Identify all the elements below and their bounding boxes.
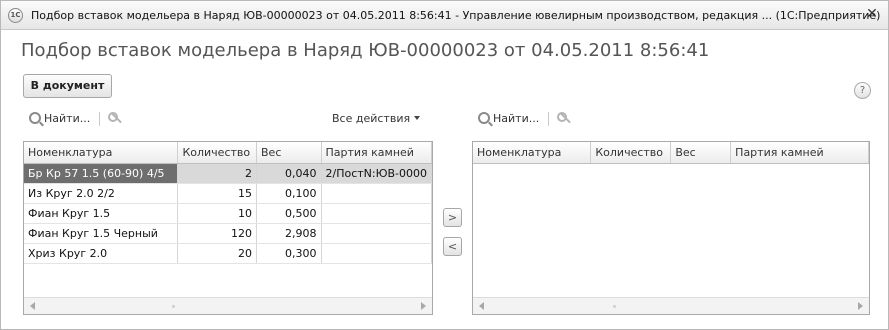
move-right-button[interactable]: > <box>443 208 462 227</box>
left-horizontal-scrollbar[interactable] <box>24 297 432 314</box>
scroll-right-icon[interactable] <box>421 302 426 310</box>
right-table-body: Номенклатура Количество Вес Партия камне… <box>473 142 869 164</box>
all-actions-label: Все действия <box>332 112 411 125</box>
right-horizontal-scrollbar[interactable] <box>473 297 869 314</box>
table-row[interactable]: Фиан Круг 1.5 10 0,500 <box>24 203 432 224</box>
cell-stone-batch: 2/ПостN:ЮВ-0000 <box>321 163 432 184</box>
search-icon <box>478 112 490 124</box>
all-actions-menu[interactable]: Все действия <box>332 109 421 129</box>
cell-nomenclature: Хриз Круг 2.0 <box>24 243 179 264</box>
title-bar: 1С Подбор вставок модельера в Наряд ЮВ-0… <box>1 1 888 30</box>
scroll-right-icon[interactable] <box>858 302 863 310</box>
move-left-button[interactable]: < <box>443 237 462 256</box>
cancel-search-icon[interactable] <box>556 111 572 127</box>
scroll-left-icon[interactable] <box>479 302 484 310</box>
table-header-row: Номенклатура Количество Вес Партия камне… <box>24 142 432 164</box>
table-header-row: Номенклатура Количество Вес Партия камне… <box>473 142 869 164</box>
cancel-search-icon[interactable] <box>107 111 123 127</box>
column-header-quantity[interactable]: Количество <box>590 142 672 164</box>
right-find-label: Найти... <box>493 112 540 125</box>
cell-quantity: 2 <box>177 163 258 184</box>
left-toolbar: Найти... Все действия <box>23 109 433 129</box>
cell-stone-batch <box>321 223 432 244</box>
cell-weight: 2,908 <box>256 223 322 244</box>
right-find-button[interactable]: Найти... <box>478 109 539 129</box>
cell-weight: 0,300 <box>256 243 322 264</box>
cell-stone-batch <box>321 183 432 204</box>
table-row[interactable]: Из Круг 2.0 2/2 15 0,100 <box>24 183 432 204</box>
cell-stone-batch <box>321 203 432 224</box>
help-icon[interactable]: ? <box>854 82 871 99</box>
left-table-body: Номенклатура Количество Вес Партия камне… <box>24 142 432 264</box>
column-header-stone-batch[interactable]: Партия камней <box>321 142 432 164</box>
selection-window: 1С Подбор вставок модельера в Наряд ЮВ-0… <box>0 0 889 330</box>
table-row[interactable]: Бр Кр 57 1.5 (60-90) 4/5 2 0,040 2/ПостN… <box>24 163 432 184</box>
column-header-weight[interactable]: Вес <box>670 142 732 164</box>
scroll-thumb[interactable] <box>613 305 616 308</box>
cell-weight: 0,500 <box>256 203 322 224</box>
column-header-weight[interactable]: Вес <box>256 142 322 164</box>
caret-down-icon <box>414 116 421 120</box>
column-header-nomenclature[interactable]: Номенклатура <box>24 142 179 164</box>
scroll-left-icon[interactable] <box>30 302 35 310</box>
search-icon <box>29 112 41 124</box>
toolbar-divider <box>99 112 100 126</box>
left-find-label: Найти... <box>44 112 91 125</box>
cell-nomenclature: Фиан Круг 1.5 <box>24 203 179 224</box>
cell-quantity: 20 <box>177 243 258 264</box>
cell-weight: 0,040 <box>256 163 322 184</box>
left-find-button[interactable]: Найти... <box>29 109 90 129</box>
to-document-button[interactable]: В документ <box>23 74 112 98</box>
toolbar-divider <box>548 112 549 126</box>
cell-nomenclature: Бр Кр 57 1.5 (60-90) 4/5 <box>24 163 179 184</box>
right-table[interactable]: Номенклатура Количество Вес Партия камне… <box>472 141 870 315</box>
table-row[interactable]: Фиан Круг 1.5 Черный 120 2,908 <box>24 223 432 244</box>
cell-quantity: 15 <box>177 183 258 204</box>
close-icon[interactable]: ✕ <box>864 6 880 22</box>
left-table[interactable]: Номенклатура Количество Вес Партия камне… <box>23 141 433 315</box>
column-header-stone-batch[interactable]: Партия камней <box>730 142 869 164</box>
app-logo-icon[interactable]: 1С <box>8 8 23 23</box>
cell-quantity: 10 <box>177 203 258 224</box>
column-header-nomenclature[interactable]: Номенклатура <box>473 142 592 164</box>
column-header-quantity[interactable]: Количество <box>177 142 258 164</box>
page-title: Подбор вставок модельера в Наряд ЮВ-0000… <box>21 40 710 61</box>
cell-nomenclature: Фиан Круг 1.5 Черный <box>24 223 179 244</box>
scroll-thumb[interactable] <box>172 305 175 308</box>
cell-nomenclature: Из Круг 2.0 2/2 <box>24 183 179 204</box>
table-row[interactable]: Хриз Круг 2.0 20 0,300 <box>24 243 432 264</box>
right-toolbar: Найти... <box>472 109 870 129</box>
cell-weight: 0,100 <box>256 183 322 204</box>
cell-quantity: 120 <box>177 223 258 244</box>
window-title: Подбор вставок модельера в Наряд ЮВ-0000… <box>31 9 881 22</box>
cell-stone-batch <box>321 243 432 264</box>
